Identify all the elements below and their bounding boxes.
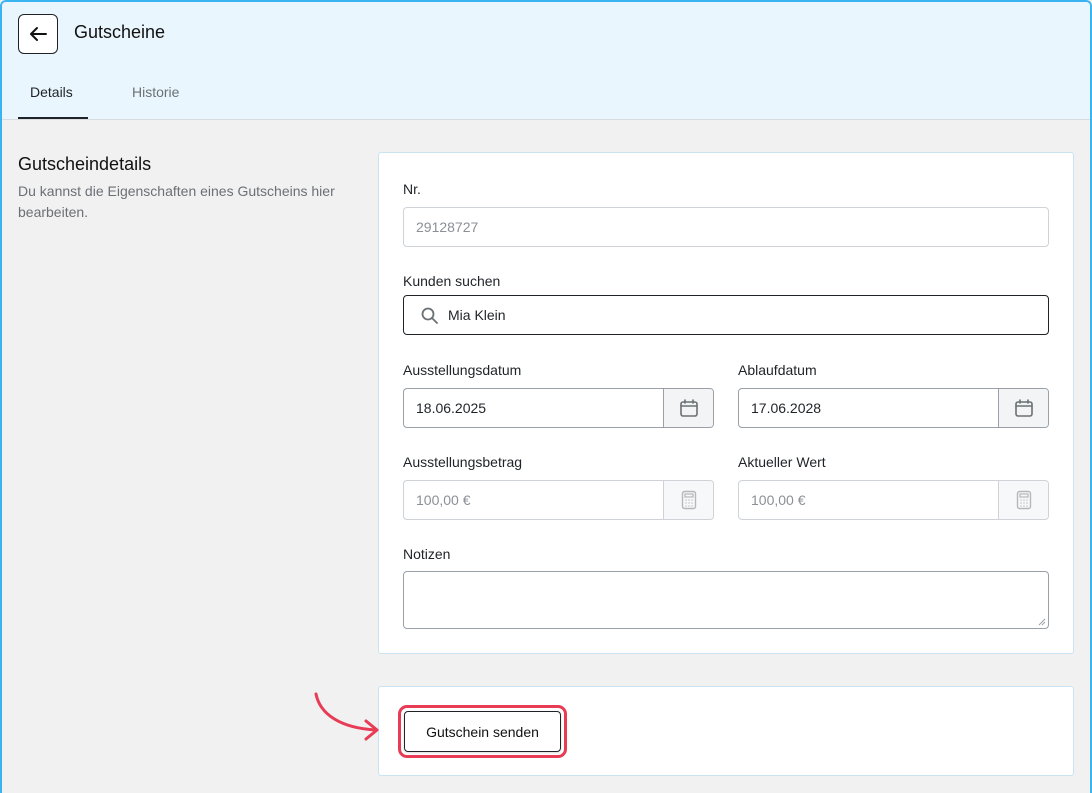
expiry-date-field[interactable]: 17.06.2028 [738, 388, 1049, 428]
issue-date-value: 18.06.2025 [416, 400, 487, 416]
send-voucher-button[interactable]: Gutschein senden [404, 711, 561, 752]
notes-label: Notizen [403, 546, 451, 562]
current-value-value: 100,00 € [751, 492, 806, 508]
expiry-date-label: Ablaufdatum [738, 362, 817, 378]
resize-grip-icon[interactable] [1038, 618, 1046, 626]
calendar-icon [1014, 399, 1033, 417]
page-header: Gutscheine Details Historie [2, 2, 1090, 120]
section-title: Gutscheindetails [18, 154, 152, 174]
customer-search-input[interactable]: Mia Klein [403, 295, 1049, 335]
app-window: Gutscheine Details Historie Gutscheindet… [0, 0, 1092, 793]
customer-search-value: Mia Klein [448, 307, 506, 323]
issue-date-label: Ausstellungsdatum [403, 362, 522, 378]
current-value-label: Aktueller Wert [738, 454, 826, 470]
issue-amount-label: Ausstellungsbetrag [403, 454, 523, 470]
calculator-icon [1016, 490, 1031, 510]
issue-amount-field[interactable]: 100,00 € [403, 480, 714, 520]
issue-date-field[interactable]: 18.06.2025 [403, 388, 714, 428]
customer-search-label: Kunden suchen [403, 273, 501, 289]
issue-amount-value: 100,00 € [416, 492, 471, 508]
calendar-icon [679, 399, 698, 417]
issue-amount-calculator-button[interactable] [663, 481, 713, 519]
expiry-date-value: 17.06.2028 [751, 400, 822, 416]
details-card: Nr. 29128727 Kunden suchen Mia Klein Aus… [378, 152, 1074, 654]
current-value-calculator-button[interactable] [998, 481, 1048, 519]
notes-textarea[interactable] [403, 571, 1049, 629]
tab-history[interactable]: Historie [132, 84, 179, 100]
number-label: Nr. [403, 181, 421, 197]
page-title: Gutscheine [74, 22, 166, 42]
number-field[interactable]: 29128727 [403, 207, 1049, 247]
current-value-field[interactable]: 100,00 € [738, 480, 1049, 520]
pointer-arrow-icon [314, 692, 379, 741]
section-description: Du kannst die Eigenschaften eines Gutsch… [18, 183, 335, 220]
back-arrow-icon [30, 27, 47, 41]
back-button[interactable] [18, 14, 58, 54]
expiry-date-picker-button[interactable] [998, 389, 1048, 427]
issue-date-picker-button[interactable] [663, 389, 713, 427]
tab-details[interactable]: Details [30, 84, 73, 100]
calculator-icon [681, 490, 696, 510]
search-icon [421, 307, 438, 324]
number-value: 29128727 [416, 219, 479, 235]
active-tab-indicator [18, 117, 88, 119]
